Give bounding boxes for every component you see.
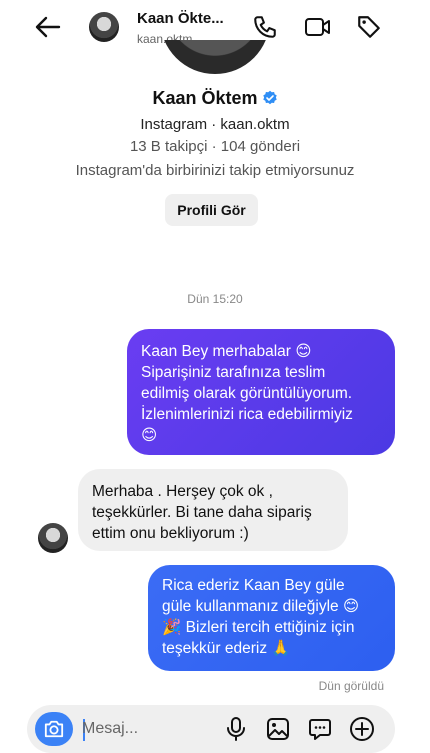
message-line: teşekkürler. Bi tane daha sipariş <box>92 504 312 521</box>
gallery-icon <box>267 718 289 740</box>
message-line: güle kullanmanız dileğiyle 😊 <box>162 598 360 615</box>
microphone-icon <box>227 717 245 741</box>
video-icon <box>305 18 330 36</box>
message-line: edilmiş olarak görüntülüyorum. <box>141 385 353 402</box>
back-arrow-icon <box>35 16 61 38</box>
gallery-button[interactable] <box>264 715 292 743</box>
message-line: Rica ederiz Kaan Bey güle <box>162 577 345 594</box>
message-line: Merhaba . Herşey çok ok , <box>92 483 273 500</box>
profile-name: Kaan Öktem <box>152 88 258 108</box>
sender-avatar[interactable] <box>38 523 68 553</box>
tag-icon <box>358 16 380 38</box>
message-line: ettim onu bekliyorum :) <box>92 525 249 542</box>
message-bubble-outgoing[interactable]: Rica ederiz Kaan Bey güle güle kullanman… <box>148 565 395 671</box>
message-line: Kaan Bey merhabalar 😊 <box>141 343 312 360</box>
message-line: teşekkür ederiz 🙏 <box>162 640 291 657</box>
profile-relation-line: Instagram'da birbirinizi takip etmiyorsu… <box>75 162 355 179</box>
profile-stats-line: 13 B takipçi · 104 gönderi <box>129 138 301 155</box>
plus-icon <box>350 717 374 741</box>
seen-status: Dün görüldü <box>318 679 384 693</box>
sticker-icon <box>309 719 331 740</box>
message-line: İzlenimlerinizi rica edebilirmiyiz <box>141 406 353 423</box>
header-avatar[interactable] <box>89 12 119 42</box>
verified-badge-icon <box>262 90 278 111</box>
profile-source-line: Instagram · kaan.oktm <box>140 116 290 133</box>
more-options-button[interactable] <box>348 715 376 743</box>
back-button[interactable] <box>30 12 66 42</box>
voice-call-button[interactable] <box>250 12 280 42</box>
message-input[interactable] <box>82 716 212 742</box>
profile-avatar[interactable] <box>160 40 270 74</box>
voice-message-button[interactable] <box>222 715 250 743</box>
view-profile-button[interactable]: Profili Gör <box>165 194 258 226</box>
video-call-button[interactable] <box>303 12 333 42</box>
header-display-name[interactable]: Kaan Ökte... <box>137 10 224 27</box>
thread-timestamp: Dün 15:20 <box>187 292 243 306</box>
camera-icon <box>44 720 64 738</box>
profile-name-row: Kaan Öktem <box>0 88 430 111</box>
phone-icon <box>254 16 276 38</box>
message-line: 😊 <box>141 427 158 444</box>
message-bubble-outgoing[interactable]: Kaan Bey merhabalar 😊 Siparişiniz tarafı… <box>127 329 395 455</box>
message-line: Siparişiniz tarafınıza teslim <box>141 364 326 381</box>
camera-button[interactable] <box>35 712 73 746</box>
sticker-button[interactable] <box>306 715 334 743</box>
tag-button[interactable] <box>354 12 384 42</box>
message-line: 🎉 Bizleri tercih ettiğiniz için <box>162 619 355 636</box>
message-bubble-incoming[interactable]: Merhaba . Herşey çok ok , teşekkürler. B… <box>78 469 348 551</box>
